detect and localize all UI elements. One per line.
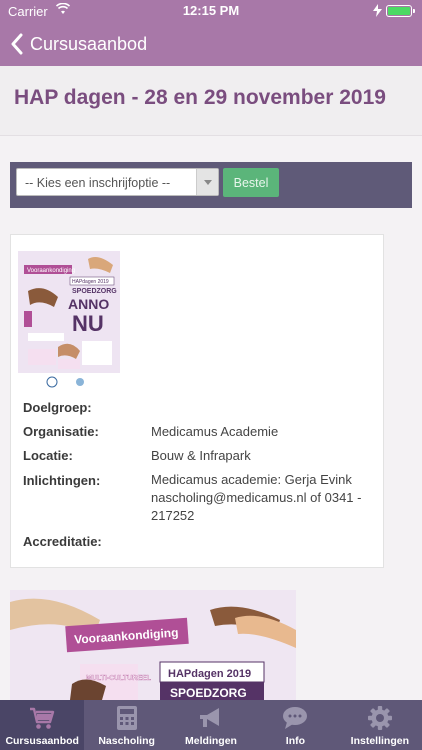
back-button[interactable]: Cursusaanbod <box>10 31 147 57</box>
svg-text:HAPdagen 2019: HAPdagen 2019 <box>168 668 251 680</box>
registration-option-select[interactable]: -- Kies een inschrijfoptie -- <box>16 168 219 196</box>
navigation-bar: Cursusaanbod <box>0 22 422 66</box>
label-locatie: Locatie: <box>23 448 73 463</box>
label-accreditatie: Accreditatie: <box>23 534 102 549</box>
top-bar: Carrier 12:15 PM Cursusaanbod <box>0 0 422 66</box>
svg-text:SPOEDZORG: SPOEDZORG <box>170 686 247 700</box>
svg-text:Vooraankondiging: Vooraankondiging <box>27 268 75 274</box>
order-button[interactable]: Bestel <box>223 168 279 197</box>
tab-meldingen[interactable]: Meldingen <box>169 700 253 750</box>
page-title: HAP dagen - 28 en 29 november 2019 <box>14 86 386 109</box>
battery-icon <box>386 5 415 17</box>
poster-image: Vooraankondiging HAPdagen 2019 SPOEDZORG… <box>18 251 120 391</box>
poster-large-image: Vooraankondiging HAPdagen 2019 SPOEDZORG… <box>10 590 296 700</box>
svg-text:MULTI-CULTUREEL: MULTI-CULTUREEL <box>86 675 152 682</box>
svg-text:NU: NU <box>72 311 104 336</box>
order-bar: -- Kies een inschrijfoptie -- Bestel <box>10 162 412 208</box>
svg-text:HAPdagen 2019: HAPdagen 2019 <box>72 279 109 285</box>
svg-text:ANNO: ANNO <box>68 296 109 312</box>
tab-label: Nascholing <box>98 735 155 747</box>
battery-fill <box>388 7 410 15</box>
course-info-card: Vooraankondiging HAPdagen 2019 SPOEDZORG… <box>10 234 384 568</box>
gear-icon <box>367 706 392 730</box>
value-locatie: Bouw & Infrapark <box>151 448 251 463</box>
svg-text:SPOEDZORG: SPOEDZORG <box>72 288 117 295</box>
tab-cursusaanbod[interactable]: Cursusaanbod <box>0 700 85 750</box>
tab-label: Instellingen <box>350 735 409 747</box>
charging-icon <box>373 4 382 17</box>
cart-icon <box>30 707 55 729</box>
title-section: HAP dagen - 28 en 29 november 2019 <box>0 66 422 136</box>
status-bar: Carrier 12:15 PM <box>0 0 422 22</box>
course-poster-thumbnail[interactable]: Vooraankondiging HAPdagen 2019 SPOEDZORG… <box>18 251 120 391</box>
select-value: -- Kies een inschrijfoptie -- <box>25 176 171 190</box>
back-label: Cursusaanbod <box>30 33 148 54</box>
calculator-icon <box>116 706 137 730</box>
label-doelgroep: Doelgroep: <box>23 400 92 415</box>
megaphone-icon <box>200 708 220 727</box>
value-inlichtingen: Medicamus academie: Gerja Evink nascholi… <box>151 472 362 523</box>
chevron-down-icon[interactable] <box>196 169 218 195</box>
tab-nascholing[interactable]: Nascholing <box>84 700 168 750</box>
course-poster-large[interactable]: Vooraankondiging HAPdagen 2019 SPOEDZORG… <box>10 590 296 700</box>
label-organisatie: Organisatie: <box>23 424 99 439</box>
tab-instellingen[interactable]: Instellingen <box>338 700 422 750</box>
tab-bar: Cursusaanbod Nascholing Meldingen Info I… <box>0 700 422 750</box>
chevron-left-icon <box>11 33 23 55</box>
value-organisatie: Medicamus Academie <box>151 424 279 439</box>
speech-bubble-icon <box>283 707 308 729</box>
clock: 12:15 PM <box>182 3 240 18</box>
tab-label: Cursusaanbod <box>5 735 79 747</box>
tab-label: Meldingen <box>185 735 237 747</box>
label-inlichtingen: Inlichtingen: <box>23 473 101 488</box>
tab-label: Info <box>285 735 306 747</box>
tab-info[interactable]: Info <box>253 700 337 750</box>
